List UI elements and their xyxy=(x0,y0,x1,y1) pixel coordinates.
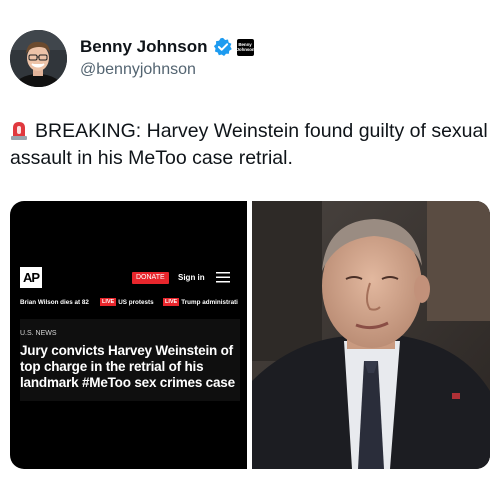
tweet-header: Benny Johnson Benny Johnson @bennyjohnso… xyxy=(10,30,490,92)
rotating-light-siren-icon xyxy=(10,120,28,140)
tweet-media: AP DONATE Sign in Brian Wilson dies at 8… xyxy=(10,201,490,469)
ap-news-ticker: Brian Wilson dies at 82 LIVE US protests … xyxy=(20,297,242,309)
live-badge: LIVE xyxy=(163,298,180,306)
courtroom-photo xyxy=(252,201,490,469)
donate-button: DONATE xyxy=(132,272,169,284)
article-section: U.S. NEWS xyxy=(20,330,57,337)
verified-badge-icon[interactable] xyxy=(213,37,233,57)
article-headline: Jury convicts Harvey Weinstein of top ch… xyxy=(20,343,235,390)
media-image-ap-screenshot[interactable]: AP DONATE Sign in Brian Wilson dies at 8… xyxy=(10,201,247,469)
author-info: Benny Johnson Benny Johnson @bennyjohnso… xyxy=(80,36,255,79)
avatar[interactable] xyxy=(10,30,67,87)
ap-navbar: AP DONATE Sign in xyxy=(20,267,242,289)
tweet-body: BREAKING: Harvey Weinstein found guilty … xyxy=(10,120,488,169)
ap-article: U.S. NEWS Jury convicts Harvey Weinstein… xyxy=(20,319,240,401)
ticker-item: LIVE US protests xyxy=(100,298,154,306)
tweet-text: BREAKING: Harvey Weinstein found guilty … xyxy=(10,118,490,172)
live-badge: LIVE xyxy=(100,298,117,306)
hamburger-menu-icon xyxy=(216,272,230,283)
ticker-item: Brian Wilson dies at 82 xyxy=(20,299,89,306)
ap-logo: AP xyxy=(20,267,42,288)
affiliate-badge-icon[interactable]: Benny Johnson xyxy=(236,38,255,56)
signin-link: Sign in xyxy=(178,273,205,282)
avatar-photo xyxy=(10,30,67,87)
handle[interactable]: @bennyjohnson xyxy=(80,61,254,79)
display-name[interactable]: Benny Johnson xyxy=(80,37,208,57)
ticker-item: LIVE Trump administrati xyxy=(163,298,238,306)
media-image-courtroom-photo[interactable] xyxy=(252,201,490,469)
